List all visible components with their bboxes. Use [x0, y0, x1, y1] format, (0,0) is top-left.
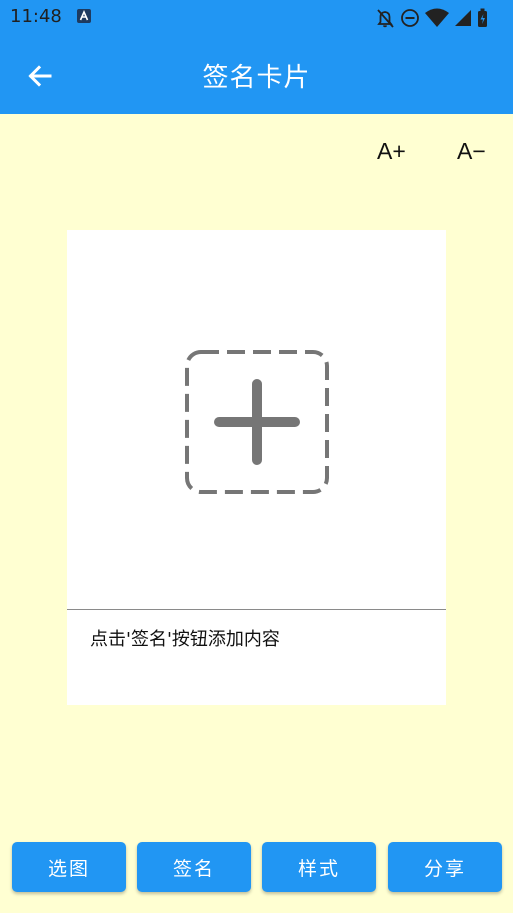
signal-icon	[455, 10, 471, 26]
font-decrease-button[interactable]: A−	[457, 138, 486, 165]
style-button[interactable]: 样式	[262, 842, 376, 892]
status-icons	[377, 8, 487, 28]
select-image-button[interactable]: 选图	[12, 842, 126, 892]
status-time: 11:48	[10, 6, 62, 27]
do-not-disturb-icon	[401, 9, 419, 27]
signature-button[interactable]: 签名	[137, 842, 251, 892]
main-content: A+ A− 点击'签名'按钮添加内容 选图 签名 样式 分享	[0, 114, 513, 913]
battery-icon	[478, 8, 487, 27]
signature-card: 点击'签名'按钮添加内容	[67, 230, 446, 705]
wifi-icon	[425, 8, 449, 27]
add-image-icon[interactable]	[183, 348, 331, 496]
card-placeholder-text: 点击'签名'按钮添加内容	[90, 629, 280, 650]
status-bar: 11:48	[0, 0, 513, 36]
bell-off-icon	[377, 9, 394, 28]
page-title: 签名卡片	[202, 63, 311, 93]
font-increase-button[interactable]: A+	[377, 138, 406, 165]
card-divider	[67, 609, 446, 610]
share-button[interactable]: 分享	[388, 842, 502, 892]
app-bar: 11:48 签名卡片	[0, 0, 513, 114]
a-app-icon	[77, 9, 91, 23]
